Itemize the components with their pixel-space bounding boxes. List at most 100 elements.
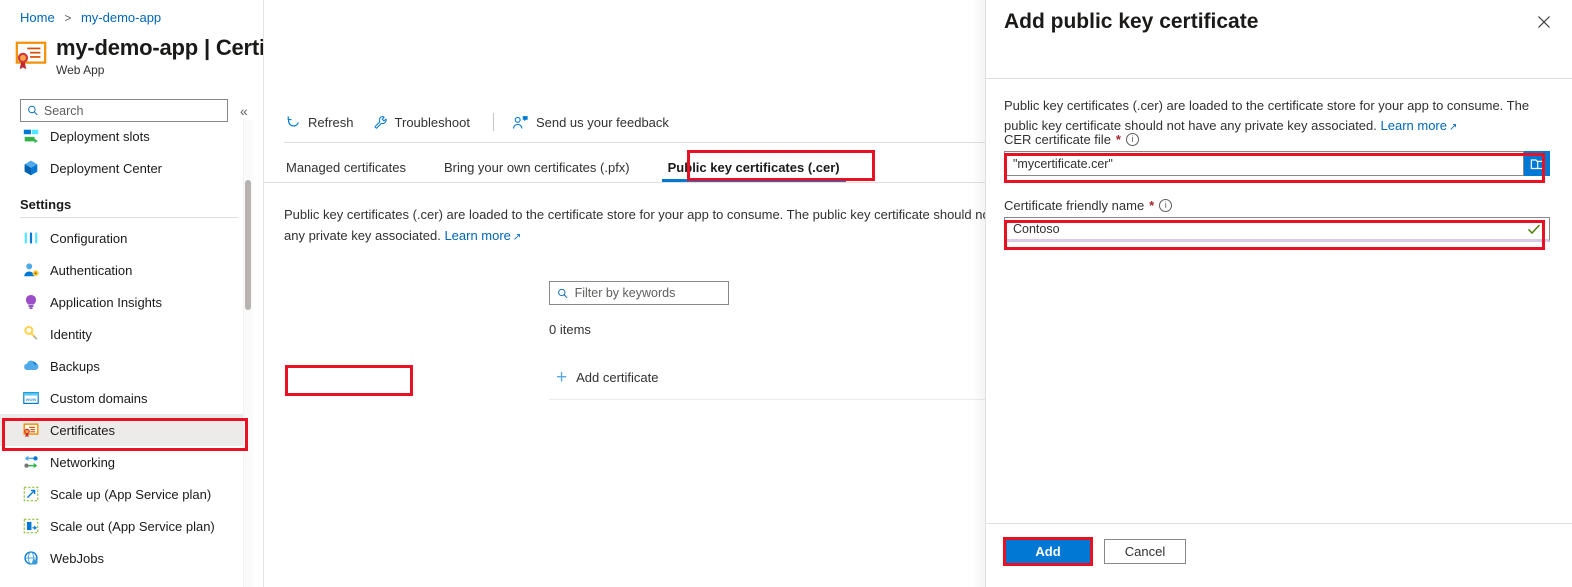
command-bar-rule [284, 142, 986, 143]
breadcrumb: Home > my-demo-app [20, 10, 161, 25]
sidebar-item-identity[interactable]: Identity [0, 318, 252, 350]
sidebar-item-label: Scale out (App Service plan) [50, 518, 215, 534]
panel-learn-more-link[interactable]: Learn more [1381, 118, 1447, 133]
friendly-name-input-wrapper [1004, 217, 1550, 242]
add-certificate-button[interactable]: + Add certificate [556, 368, 658, 387]
field-label-text: Certificate friendly name [1004, 198, 1145, 213]
left-navigation-column: Home > my-demo-app my-demo-app | Certifi… [0, 0, 416, 587]
sidebar-item-label: Certificates [50, 422, 116, 438]
sidebar-item-deployment-slots[interactable]: Deployment slots [0, 120, 252, 152]
custom-domains-icon: www [23, 392, 39, 404]
add-public-key-certificate-panel: Add public key certificate Public key ce… [986, 0, 1572, 587]
wrench-icon [373, 115, 387, 129]
refresh-label: Refresh [308, 114, 354, 130]
cer-file-input[interactable] [1004, 151, 1524, 176]
sidebar-item-authentication[interactable]: Authentication [0, 254, 252, 286]
list-divider [549, 399, 986, 400]
main-learn-more-link[interactable]: Learn more [444, 228, 510, 243]
sidebar-group-divider [20, 217, 238, 218]
info-icon[interactable]: i [1125, 133, 1139, 146]
panel-shadow [972, 0, 985, 587]
panel-footer: Add Cancel [1004, 539, 1186, 564]
tab-public-key-certificates[interactable]: Public key certificates (.cer) [661, 160, 846, 182]
breadcrumb-current[interactable]: my-demo-app [81, 10, 161, 25]
breadcrumb-home[interactable]: Home [20, 10, 55, 25]
sidebar-item-backups[interactable]: Backups [0, 350, 252, 382]
cancel-button[interactable]: Cancel [1104, 539, 1186, 564]
feedback-button[interactable]: Send us your feedback [512, 115, 679, 130]
sidebar-item-networking[interactable]: Networking [0, 446, 252, 478]
sidebar-item-custom-domains[interactable]: www Custom domains [0, 382, 252, 414]
refresh-button[interactable]: Refresh [286, 115, 364, 130]
webjobs-icon [24, 551, 38, 565]
filter-input-wrapper[interactable] [549, 281, 729, 305]
sidebar-item-configuration[interactable]: Configuration [0, 222, 252, 254]
browse-file-button[interactable] [1524, 151, 1550, 176]
double-chevron-left-icon[interactable]: « [240, 103, 248, 119]
sidebar-nav-list: Deployment slots Deployment Center Setti… [0, 120, 252, 587]
identity-icon [24, 325, 38, 340]
filter-input[interactable] [574, 286, 721, 300]
sidebar-item-label: Custom domains [50, 390, 148, 406]
field-label-text: CER certificate file [1004, 132, 1111, 147]
command-bar-separator [492, 113, 494, 131]
sidebar-scrollbar-thumb[interactable] [245, 180, 251, 310]
folder-open-icon [1530, 158, 1544, 169]
external-link-icon[interactable]: ↗ [513, 232, 521, 243]
sidebar-item-label: Authentication [50, 262, 133, 278]
search-icon [558, 288, 568, 298]
close-icon[interactable] [1536, 14, 1552, 33]
plus-icon: + [556, 367, 568, 388]
sidebar-item-scale-out[interactable]: Scale out (App Service plan) [0, 510, 252, 542]
backups-icon [24, 360, 39, 371]
refresh-icon [287, 115, 299, 126]
required-marker: * [1149, 198, 1155, 213]
tab-bring-your-own-certificates[interactable]: Bring your own certificates (.pfx) [444, 160, 630, 182]
sidebar-item-label: Networking [50, 454, 116, 470]
cer-certificate-file-field: CER certificate file * i [1004, 132, 1550, 176]
sidebar-group-settings: Settings [20, 197, 72, 212]
feedback-label: Send us your feedback [535, 114, 669, 130]
sidebar-item-label: Deployment slots [50, 128, 150, 144]
troubleshoot-button[interactable]: Troubleshoot [373, 115, 480, 130]
tab-bar: Managed certificates Bring your own cert… [264, 148, 986, 182]
info-icon[interactable]: i [1159, 199, 1173, 212]
sidebar-item-scale-up[interactable]: Scale up (App Service plan) [0, 478, 252, 510]
search-icon [28, 105, 38, 116]
main-description: Public key certificates (.cer) are loade… [284, 204, 986, 248]
tab-bar-rule [264, 182, 986, 183]
cer-file-input-wrapper [1004, 151, 1550, 176]
breadcrumb-separator: > [64, 11, 72, 25]
svg-text:www: www [26, 398, 37, 403]
certificate-friendly-name-label: Certificate friendly name * i [1004, 198, 1550, 213]
main-description-text: Public key certificates (.cer) are loade… [284, 207, 986, 243]
friendly-name-input[interactable] [1004, 217, 1550, 242]
sidebar-item-deployment-center[interactable]: Deployment Center [0, 152, 252, 184]
required-marker: * [1115, 132, 1121, 147]
panel-title: Add public key certificate [1004, 10, 1259, 33]
sidebar-item-label: Backups [50, 358, 100, 374]
sidebar-search-row: « [20, 99, 248, 122]
items-count: 0 items [549, 322, 591, 337]
sidebar-item-label: Deployment Center [50, 160, 162, 176]
search-input-wrapper[interactable] [20, 99, 228, 122]
add-button[interactable]: Add [1004, 539, 1092, 564]
sidebar-item-application-insights[interactable]: Application Insights [0, 286, 252, 318]
search-input[interactable] [43, 103, 221, 118]
authentication-icon [24, 263, 39, 277]
deployment-slots-icon [23, 129, 39, 144]
sidebar-item-label: Configuration [50, 230, 128, 246]
command-bar: Refresh Troubleshoot Send us your feedba… [264, 104, 986, 140]
deployment-center-icon [24, 160, 38, 176]
tab-managed-certificates[interactable]: Managed certificates [286, 160, 406, 182]
certificate-friendly-name-field: Certificate friendly name * i [1004, 198, 1550, 242]
person-feedback-icon [512, 115, 528, 129]
sidebar-item-label: Identity [50, 326, 92, 342]
add-certificate-label: Add certificate [576, 370, 659, 385]
cer-certificate-file-label: CER certificate file * i [1004, 132, 1550, 147]
sidebar-item-certificates[interactable]: Certificates [0, 414, 252, 446]
main-content: Refresh Troubleshoot Send us your feedba… [264, 0, 986, 587]
sidebar-item-webjobs[interactable]: WebJobs [0, 542, 252, 574]
troubleshoot-label: Troubleshoot [394, 114, 470, 130]
sidebar-item-label: WebJobs [50, 550, 104, 566]
